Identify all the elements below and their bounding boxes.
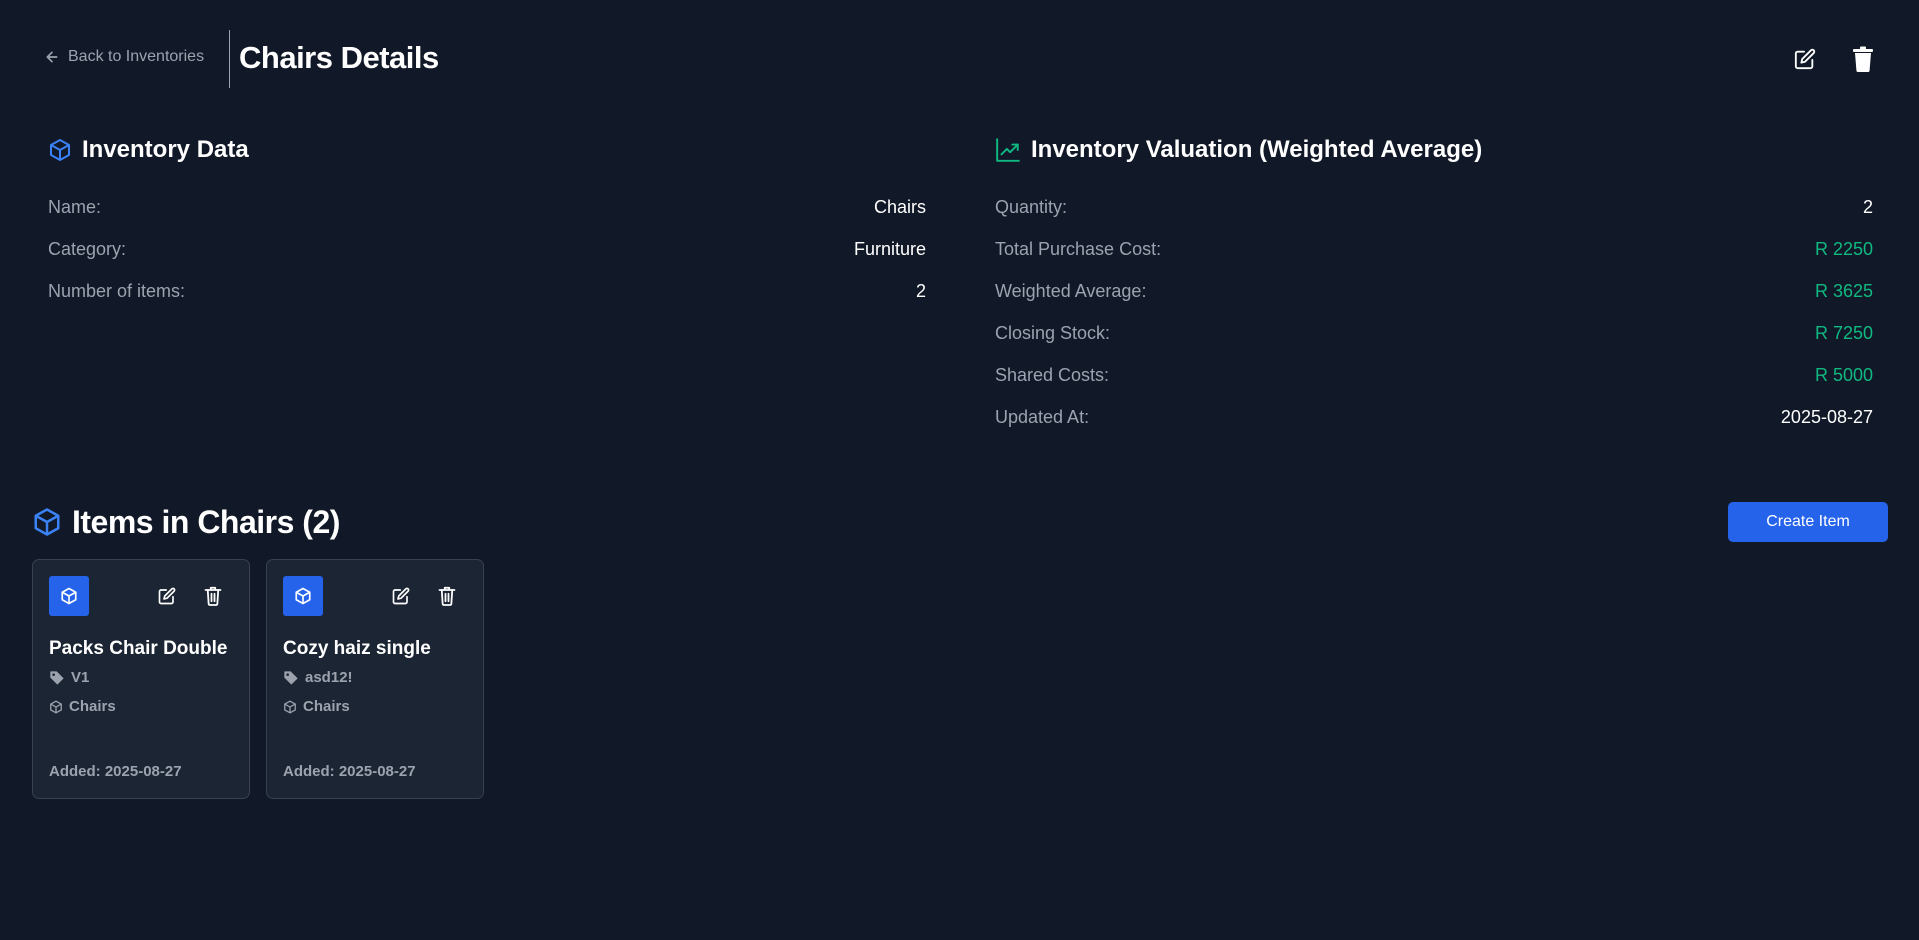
trending-up-icon — [996, 138, 1020, 162]
item-name: Packs Chair Double — [49, 638, 228, 659]
item-category: Chairs — [283, 698, 350, 715]
edit-icon — [158, 587, 176, 605]
row-label: Name: — [48, 196, 102, 217]
item-added-date: Added: 2025-08-27 — [283, 763, 416, 780]
delete-item-button[interactable] — [201, 584, 225, 608]
row-label: Closing Stock: — [995, 322, 1111, 343]
row-value: 2025-08-27 — [1780, 406, 1873, 427]
valuation-row-shared-costs: Shared Costs: R 5000 — [995, 354, 1873, 396]
header-divider — [229, 30, 230, 88]
box-icon — [50, 700, 62, 713]
delete-item-button[interactable] — [435, 584, 459, 608]
row-label: Updated At: — [995, 406, 1090, 427]
row-value: R 7250 — [1814, 322, 1873, 343]
item-category-value: Chairs — [303, 698, 350, 715]
valuation-heading: Inventory Valuation (Weighted Average) — [995, 134, 1873, 166]
page-title: Chairs Details — [239, 40, 439, 75]
inventory-row-category: Category: Furniture — [48, 228, 926, 270]
row-label: Total Purchase Cost: — [995, 238, 1162, 259]
edit-item-button[interactable] — [389, 584, 413, 608]
valuation-title: Inventory Valuation (Weighted Average) — [1031, 136, 1483, 163]
row-label: Weighted Average: — [995, 280, 1147, 301]
box-icon — [34, 508, 60, 536]
inventory-data-section: Inventory Data Name: Chairs Category: Fu… — [48, 134, 926, 312]
item-sku: V1 — [49, 669, 89, 686]
valuation-row-updated-at: Updated At: 2025-08-27 — [995, 396, 1873, 438]
inventory-data-title: Inventory Data — [82, 136, 249, 163]
item-card[interactable]: Packs Chair Double V1 Chairs Added: 2025… — [32, 559, 250, 799]
item-badge — [49, 576, 89, 616]
create-item-button[interactable]: Create Item — [1728, 502, 1888, 542]
delete-inventory-button[interactable] — [1848, 44, 1878, 74]
items-header: Items in Chairs (2) Create Item — [32, 500, 1888, 544]
item-card[interactable]: Cozy haiz single asd12! Chairs Added: 20… — [266, 559, 484, 799]
box-icon — [61, 587, 77, 605]
item-name: Cozy haiz single — [283, 638, 431, 659]
trash-icon — [438, 586, 456, 606]
item-sku-value: asd12! — [305, 669, 353, 686]
back-to-inventories-link[interactable]: Back to Inventories — [44, 48, 204, 66]
item-category-value: Chairs — [69, 698, 116, 715]
item-added-date: Added: 2025-08-27 — [49, 763, 182, 780]
items-heading: Items in Chairs (2) — [32, 504, 340, 541]
row-label: Number of items: — [48, 280, 186, 301]
valuation-section: Inventory Valuation (Weighted Average) Q… — [995, 134, 1873, 438]
back-link-label: Back to Inventories — [68, 48, 205, 65]
trash-icon — [204, 586, 222, 606]
row-value: 2 — [915, 280, 926, 301]
edit-item-button[interactable] — [155, 584, 179, 608]
trash-icon — [1853, 46, 1873, 72]
box-icon — [295, 587, 311, 605]
arrow-left-icon — [46, 51, 58, 63]
inventory-row-item-count: Number of items: 2 — [48, 270, 926, 312]
items-title: Items in Chairs (2) — [72, 503, 340, 540]
row-value: Chairs — [873, 196, 926, 217]
row-label: Quantity: — [995, 196, 1068, 217]
page-header: Back to Inventories Chairs Details — [0, 0, 1919, 120]
valuation-row-weighted-average: Weighted Average: R 3625 — [995, 270, 1873, 312]
row-label: Category: — [48, 238, 127, 259]
item-sku: asd12! — [283, 669, 353, 686]
valuation-row-total-purchase-cost: Total Purchase Cost: R 2250 — [995, 228, 1873, 270]
item-badge — [283, 576, 323, 616]
inventory-data-list: Name: Chairs Category: Furniture Number … — [48, 186, 926, 312]
row-value: R 2250 — [1814, 238, 1873, 259]
valuation-row-quantity: Quantity: 2 — [995, 186, 1873, 228]
row-label: Shared Costs: — [995, 364, 1110, 385]
row-value: R 3625 — [1814, 280, 1873, 301]
inventory-row-name: Name: Chairs — [48, 186, 926, 228]
box-icon — [50, 139, 70, 161]
tag-icon — [50, 670, 64, 685]
valuation-row-closing-stock: Closing Stock: R 7250 — [995, 312, 1873, 354]
item-sku-value: V1 — [71, 669, 90, 686]
item-category: Chairs — [49, 698, 116, 715]
edit-icon — [1794, 48, 1816, 70]
row-value: Furniture — [853, 238, 926, 259]
valuation-list: Quantity: 2 Total Purchase Cost: R 2250 … — [995, 186, 1873, 438]
row-value: R 5000 — [1814, 364, 1873, 385]
edit-icon — [392, 587, 410, 605]
tag-icon — [284, 670, 298, 685]
inventory-data-heading: Inventory Data — [48, 134, 926, 166]
edit-inventory-button[interactable] — [1790, 44, 1820, 74]
row-value: 2 — [1862, 196, 1873, 217]
box-icon — [284, 700, 296, 713]
